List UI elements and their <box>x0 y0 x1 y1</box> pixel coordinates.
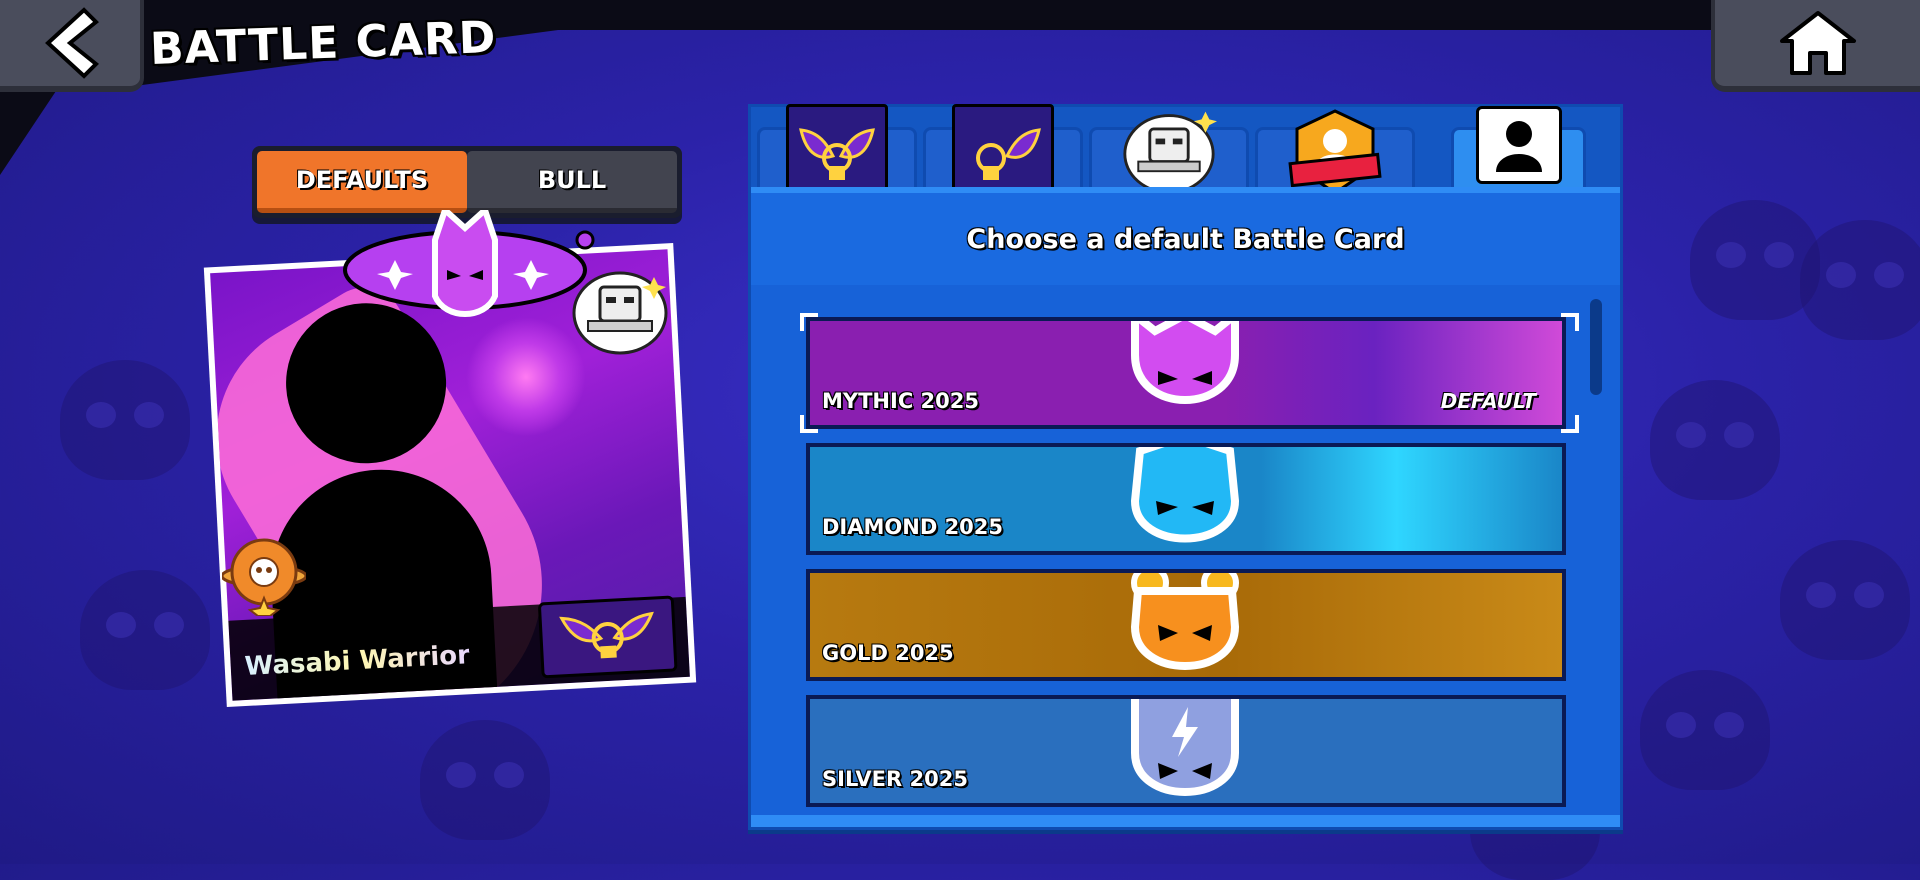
skull-icon <box>1130 573 1240 670</box>
robot-pin-icon <box>1121 104 1217 200</box>
card-label: SILVER 2025 <box>822 767 968 791</box>
background-skull <box>1640 670 1770 790</box>
page-title: BATTLE CARD <box>149 11 498 76</box>
selection-corner <box>800 415 818 433</box>
rank-badge-icon <box>1287 104 1383 200</box>
category-tabs <box>751 104 1620 206</box>
tab-player[interactable] <box>1451 106 1586 189</box>
card-source-switch: DEFAULTS BULL <box>252 146 682 218</box>
tab-emblem-1[interactable] <box>757 104 917 206</box>
bull-tab[interactable]: BULL <box>467 151 677 213</box>
card-selection-panel: Choose a default Battle Card MYTHIC 2025… <box>748 104 1623 830</box>
default-badge: DEFAULT <box>1440 389 1536 413</box>
selection-corner <box>1561 415 1579 433</box>
background-skull <box>80 570 210 690</box>
background-skull <box>420 720 550 840</box>
tab-pins[interactable] <box>1089 111 1249 194</box>
background-skull <box>1800 220 1920 340</box>
background-skull <box>1780 540 1910 660</box>
wings-emblem-icon <box>537 595 678 679</box>
mythic-crest-icon <box>343 210 595 317</box>
tab-rank[interactable] <box>1255 109 1415 195</box>
selection-corner <box>800 313 818 331</box>
chevron-left-icon <box>45 7 99 79</box>
home-button[interactable] <box>1711 0 1920 92</box>
player-icon <box>1475 106 1562 184</box>
card-list: MYTHIC 2025 DEFAULT DIAMOND 2025 GOLD 20… <box>806 317 1566 821</box>
panel-footer <box>751 815 1620 827</box>
home-icon <box>1779 11 1856 75</box>
robot-pin-icon <box>572 271 668 355</box>
back-button[interactable] <box>0 0 144 92</box>
list-scrollbar[interactable] <box>1590 299 1602 395</box>
background-skull <box>1650 380 1780 500</box>
selection-corner <box>1561 313 1579 331</box>
card-option-mythic[interactable]: MYTHIC 2025 DEFAULT <box>806 317 1566 429</box>
skull-icon <box>1131 321 1239 404</box>
planet-skull-icon <box>222 538 306 616</box>
skull-icon <box>1131 699 1239 796</box>
skull-icon <box>1130 447 1240 543</box>
defaults-tab[interactable]: DEFAULTS <box>257 151 467 213</box>
card-label: DIAMOND 2025 <box>822 515 1004 539</box>
card-option-silver[interactable]: SILVER 2025 <box>806 695 1566 807</box>
card-label: MYTHIC 2025 <box>822 389 979 413</box>
card-option-diamond[interactable]: DIAMOND 2025 <box>806 443 1566 555</box>
panel-header: Choose a default Battle Card <box>751 187 1620 285</box>
background-skull <box>60 360 190 480</box>
card-label: GOLD 2025 <box>822 641 954 665</box>
card-option-gold[interactable]: GOLD 2025 <box>806 569 1566 681</box>
panel-title: Choose a default Battle Card <box>966 223 1405 255</box>
tab-emblem-2[interactable] <box>923 104 1083 206</box>
